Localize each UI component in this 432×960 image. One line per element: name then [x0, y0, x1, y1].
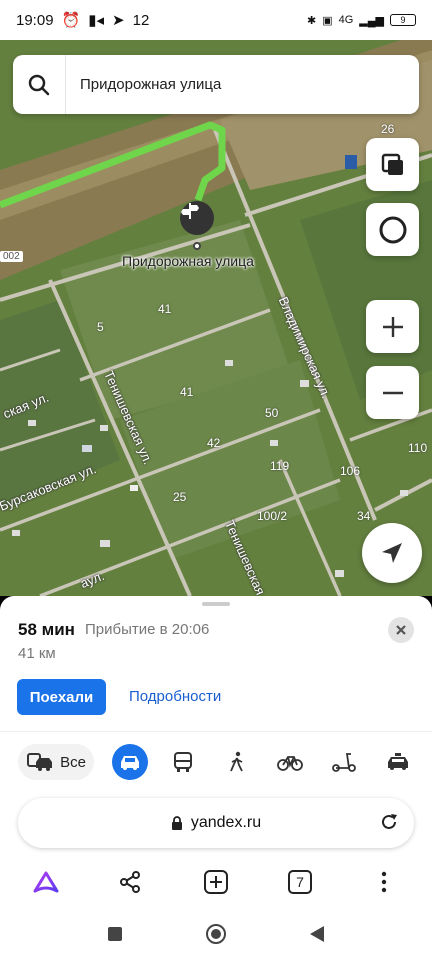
- circle-home-icon: [206, 924, 226, 944]
- bluetooth-icon: ✱: [306, 14, 317, 27]
- status-bar: 19:09 ⏰ ▮◂ ➤ 12 ✱ ▣ 4G ▂▄▆ 9: [0, 0, 432, 40]
- my-location-button[interactable]: [362, 523, 422, 583]
- house-number: 5: [97, 320, 104, 334]
- tab-count: 7: [288, 870, 312, 894]
- browser-nav-bar: 7: [0, 858, 432, 906]
- signal-icon: ▂▄▆: [359, 14, 384, 27]
- square-icon: [108, 927, 122, 941]
- reload-button[interactable]: [378, 811, 400, 838]
- sheet-handle[interactable]: [202, 602, 230, 606]
- back-button[interactable]: [305, 922, 329, 946]
- mode-car-button[interactable]: [112, 744, 148, 780]
- route-arrival: Прибытие в 20:06: [85, 621, 210, 638]
- url-bar[interactable]: yandex.ru: [18, 798, 414, 848]
- video-icon: ▮◂: [88, 12, 105, 29]
- destination-point: [193, 242, 201, 250]
- house-number: 34: [357, 509, 371, 523]
- more-vertical-icon: [381, 871, 387, 893]
- system-nav-bar: [0, 906, 432, 960]
- scooter-icon: [332, 753, 356, 772]
- share-icon: [120, 871, 140, 893]
- divider: [0, 731, 432, 732]
- home-button[interactable]: [204, 922, 228, 946]
- lock-icon: [171, 816, 182, 830]
- destination-pin[interactable]: [180, 201, 214, 235]
- zoom-out-button[interactable]: [366, 366, 419, 419]
- search-button[interactable]: [13, 55, 65, 114]
- mode-taxi-button[interactable]: [380, 744, 416, 780]
- mode-all-button[interactable]: Все: [18, 744, 94, 780]
- navigation-icon: ➤: [112, 12, 125, 29]
- close-button[interactable]: [388, 617, 414, 643]
- close-icon: [396, 625, 406, 635]
- network-type: 4G: [338, 14, 354, 26]
- plus-square-icon: [204, 870, 228, 894]
- details-link[interactable]: Подробности: [129, 688, 221, 705]
- alarm-icon: ⏰: [61, 12, 81, 29]
- alice-assistant-button[interactable]: [30, 866, 62, 898]
- back-triangle-icon: [310, 926, 324, 942]
- route-duration: 58 мин: [18, 620, 75, 639]
- notification-count: 12: [132, 11, 150, 29]
- mode-scooter-button[interactable]: [326, 744, 362, 780]
- house-number: 110: [408, 441, 428, 455]
- mode-walk-button[interactable]: [219, 744, 255, 780]
- volte-icon: ▣: [322, 14, 333, 27]
- house-number: 119: [270, 459, 290, 473]
- house-number: 41: [158, 302, 172, 316]
- tabs-button[interactable]: 7: [284, 866, 316, 898]
- zoom-in-button[interactable]: [366, 300, 419, 353]
- go-button[interactable]: Поехали: [17, 679, 106, 715]
- reload-icon: [382, 814, 397, 829]
- place-label: Придорожная улица: [122, 253, 254, 269]
- car-icon: [121, 756, 139, 770]
- road-number-badge: 002: [0, 251, 23, 262]
- house-number: 25: [173, 490, 187, 504]
- recents-button[interactable]: [103, 922, 127, 946]
- all-transport-icon: [27, 753, 53, 771]
- menu-button[interactable]: [368, 866, 400, 898]
- layers-icon: [381, 153, 403, 175]
- route-distance: 41 км: [18, 645, 56, 662]
- house-number: 26: [381, 122, 395, 136]
- house-number: 50: [265, 406, 279, 420]
- bus-icon: [174, 752, 192, 772]
- alice-triangle-icon: [33, 871, 59, 893]
- layers-button[interactable]: [366, 138, 419, 191]
- mode-all-label: Все: [60, 753, 86, 771]
- house-number: 42: [207, 436, 221, 450]
- status-time: 19:09: [16, 11, 54, 29]
- location-arrow-icon: [382, 543, 402, 563]
- plus-icon: [382, 316, 403, 337]
- mode-bike-button[interactable]: [272, 744, 308, 780]
- route-sheet: 58 мин Прибытие в 20:06 41 км Поехали По…: [0, 596, 432, 900]
- taxi-icon: [388, 753, 408, 770]
- battery-icon: 9: [390, 14, 416, 26]
- house-number: 100/2: [257, 509, 288, 523]
- url-text: yandex.ru: [190, 814, 262, 831]
- transport-modes: Все: [18, 744, 418, 780]
- signpost-icon: [181, 203, 199, 219]
- house-number: 106: [340, 464, 361, 478]
- minus-icon: [382, 391, 403, 394]
- alice-icon: [379, 216, 406, 243]
- new-tab-button[interactable]: [200, 866, 232, 898]
- search-bar[interactable]: Придорожная улица: [13, 55, 419, 114]
- house-number: 41: [180, 385, 194, 399]
- search-input[interactable]: Придорожная улица: [66, 76, 221, 93]
- walk-icon: [230, 751, 243, 772]
- battery-level: 9: [400, 15, 406, 25]
- bicycle-icon: [277, 756, 303, 771]
- alice-button[interactable]: [366, 203, 419, 256]
- share-button[interactable]: [114, 866, 146, 898]
- mode-bus-button[interactable]: [165, 744, 201, 780]
- search-icon: [28, 74, 50, 95]
